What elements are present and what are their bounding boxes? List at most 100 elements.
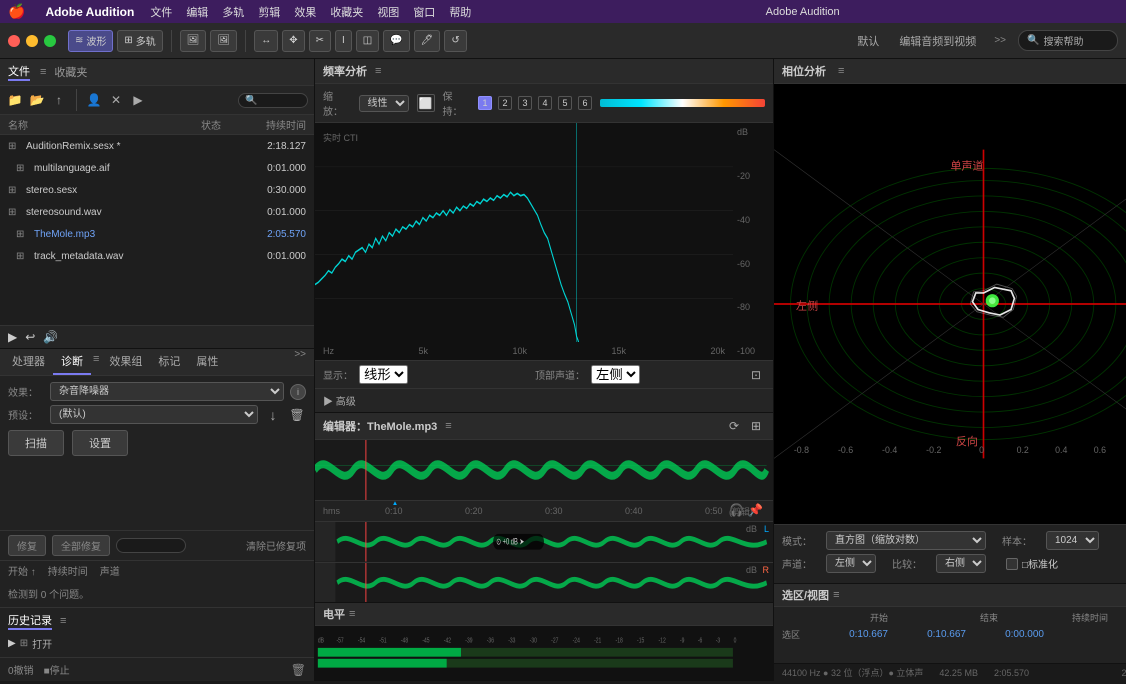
hold-6-btn[interactable]: 6 xyxy=(578,96,592,110)
loop-button[interactable]: ↩ xyxy=(25,330,35,344)
sel-body: 开始 结束 持续时间 选区 0:10.667 0:10.667 0:00.000 xyxy=(774,607,1126,645)
preset-save-btn[interactable]: ↓ xyxy=(264,406,282,424)
effect-type-select[interactable]: 杂音降噪器 xyxy=(50,382,284,401)
grid-btn[interactable]: ⊞ xyxy=(747,417,765,435)
channel-select[interactable]: 左侧 xyxy=(591,365,640,384)
hold-2-btn[interactable]: 2 xyxy=(498,96,512,110)
person-icon[interactable]: 👤 xyxy=(85,91,103,109)
edit-video-mode-btn[interactable]: 编辑音频到视频 xyxy=(893,31,982,51)
tool-btn-3[interactable]: ↔ xyxy=(254,30,278,52)
new-folder-btn[interactable]: 📁 xyxy=(6,91,24,109)
effect-type-label: 效果： xyxy=(8,384,44,399)
menu-multitrack[interactable]: 多轨 xyxy=(222,4,244,20)
editor-title: 编辑器：TheMole.mp3 xyxy=(323,418,437,434)
list-item[interactable]: ⊞ TheMole.mp3 2:05.570 xyxy=(0,223,314,245)
menu-file[interactable]: 文件 xyxy=(150,4,172,20)
list-item[interactable]: ⊞ track_metadata.wav 0:01.000 xyxy=(0,245,314,267)
repair-button[interactable]: 修复 xyxy=(8,535,46,556)
minimize-button[interactable] xyxy=(26,35,38,47)
menu-clip[interactable]: 剪辑 xyxy=(258,4,280,20)
close-button[interactable] xyxy=(8,35,20,47)
zoom-select[interactable]: 线性 xyxy=(359,95,409,112)
sample-select[interactable]: 1024 xyxy=(1046,531,1099,550)
svg-text:-6: -6 xyxy=(698,637,703,645)
channel-select-phase[interactable]: 左侧 xyxy=(826,554,876,573)
menu-help[interactable]: 帮助 xyxy=(449,4,471,20)
preset-delete-btn[interactable]: 🗑 xyxy=(288,406,306,424)
list-item[interactable]: ⊞ stereosound.wav 0:01.000 xyxy=(0,201,314,223)
tab-files[interactable]: 文件 xyxy=(8,63,30,81)
display-select[interactable]: 线形 xyxy=(359,365,408,384)
multitrack-mode-button[interactable]: ⊞ 多轨 xyxy=(117,30,162,52)
tool-btn-4[interactable]: ✥ xyxy=(282,30,304,52)
menu-effects[interactable]: 效果 xyxy=(294,4,316,20)
tool-btn-10[interactable]: ↺ xyxy=(444,30,466,52)
effect-info-button[interactable]: i xyxy=(290,384,306,400)
mode-select[interactable]: 直方图（缩放对数） xyxy=(826,531,986,550)
scan-button[interactable]: 扫描 xyxy=(8,430,64,456)
menu-view[interactable]: 视图 xyxy=(377,4,399,20)
list-item[interactable]: ⊞ stereo.sesx 0:30.000 xyxy=(0,179,314,201)
tab-properties[interactable]: 属性 xyxy=(188,349,226,375)
list-item[interactable]: ⊞ multilanguage.aif 0:01.000 xyxy=(0,157,314,179)
image2-icon: 🖼 xyxy=(217,35,230,46)
tab-diagnose[interactable]: 诊断 xyxy=(53,349,91,375)
pin-icon[interactable]: 📌 xyxy=(748,503,763,517)
advanced-toggle[interactable]: ▶ 高级 xyxy=(323,397,356,408)
stop-label[interactable]: ■停止 xyxy=(44,662,70,677)
repair-search-input[interactable] xyxy=(116,538,186,553)
apple-icon[interactable]: 🍎 xyxy=(8,3,25,20)
close-file-btn[interactable]: ✕ xyxy=(107,91,125,109)
loop-editor-btn[interactable]: ⟳ xyxy=(725,417,743,435)
search-help-box[interactable]: 🔍 搜索帮助 xyxy=(1018,30,1118,51)
hold-5-btn[interactable]: 5 xyxy=(558,96,572,110)
maximize-button[interactable] xyxy=(44,35,56,47)
svg-text:dB: dB xyxy=(318,637,324,645)
effect-settings: 效果： 杂音降噪器 i 预设： (默认) ↓ 🗑 扫描 设置 xyxy=(0,376,314,530)
freq-expand-btn[interactable]: ⊡ xyxy=(747,366,765,384)
clear-repaired-button[interactable]: 清除已修复项 xyxy=(246,538,306,553)
files-search-input[interactable] xyxy=(238,93,308,108)
history-item[interactable]: ▶ ⊞ 打开 xyxy=(8,634,306,653)
settings-button[interactable]: 设置 xyxy=(72,430,128,456)
menu-window[interactable]: 窗口 xyxy=(413,4,435,20)
default-mode-btn[interactable]: 默认 xyxy=(851,31,885,51)
hold-3-btn[interactable]: 3 xyxy=(518,96,532,110)
waveform-mode-button[interactable]: ≋ 波形 xyxy=(68,30,113,52)
tool-btn-7[interactable]: ◫ xyxy=(356,30,379,52)
clear-history-btn[interactable]: 🗑 xyxy=(291,663,306,677)
search-icon: 🔍 xyxy=(1027,35,1039,46)
expand-tabs-btn[interactable]: >> xyxy=(290,349,310,375)
tool-btn-9[interactable]: 🖊 xyxy=(414,30,441,52)
tool-btn-1[interactable]: 🖼 xyxy=(180,30,207,52)
preset-select[interactable]: (默认) xyxy=(50,405,258,424)
normalize-checkbox[interactable] xyxy=(1006,558,1018,570)
files-toolbar: 📁 📂 ↑ 👤 ✕ ▶ xyxy=(0,86,314,115)
expand-toolbar-btn[interactable]: >> xyxy=(990,35,1010,46)
tab-markers[interactable]: 标记 xyxy=(150,349,188,375)
hold-4-btn[interactable]: 4 xyxy=(538,96,552,110)
headphones-icon[interactable]: 🎧 xyxy=(729,503,744,517)
autoplay-btn[interactable]: ▶ xyxy=(129,91,147,109)
save-btn[interactable]: ↑ xyxy=(50,91,68,109)
tab-effects[interactable]: 效果组 xyxy=(101,349,150,375)
normalize-checkbox-label[interactable]: □标准化 xyxy=(1006,556,1058,571)
phase-analysis-panel: 相位分析 ≡ >> xyxy=(774,59,1126,583)
play-button[interactable]: ▶ xyxy=(8,330,17,344)
open-file-btn[interactable]: 📂 xyxy=(28,91,46,109)
volume-button[interactable]: 🔊 xyxy=(43,330,58,344)
menu-edit[interactable]: 编辑 xyxy=(186,4,208,20)
repair-all-button[interactable]: 全部修复 xyxy=(52,535,110,556)
tool-btn-6[interactable]: I xyxy=(335,30,352,52)
tool-btn-5[interactable]: ✂ xyxy=(309,30,331,52)
center-panel: 频率分析 ≡ 缩放： 线性 ⬜ 保持： 1 2 3 4 5 6 xyxy=(315,59,773,681)
freq-capture-btn[interactable]: ⬜ xyxy=(417,94,435,112)
menu-favorites[interactable]: 收藏夹 xyxy=(330,4,363,20)
tab-favorites[interactable]: 收藏夹 xyxy=(54,64,87,80)
compare-select[interactable]: 右侧 xyxy=(936,554,986,573)
tool-btn-2[interactable]: 🖼 xyxy=(210,30,237,52)
tab-processor[interactable]: 处理器 xyxy=(4,349,53,375)
hold-1-btn[interactable]: 1 xyxy=(478,96,492,110)
list-item[interactable]: ⊞ AuditionRemix.sesx * 2:18.127 xyxy=(0,135,314,157)
tool-btn-8[interactable]: 💬 xyxy=(383,30,409,52)
